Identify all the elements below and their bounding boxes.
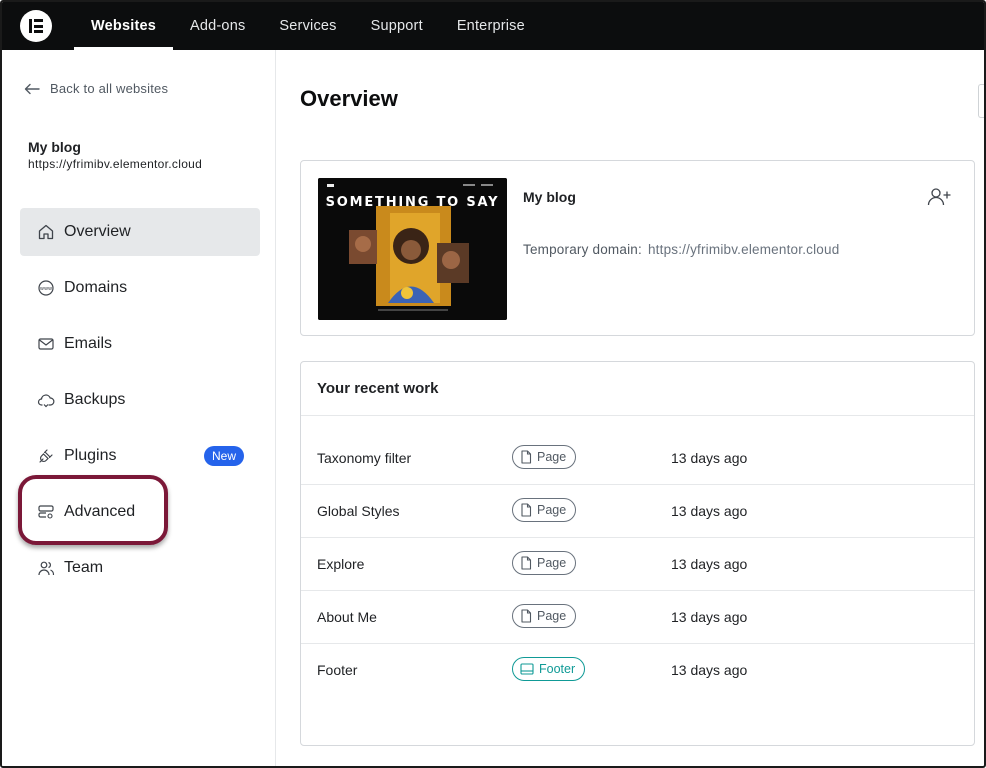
type-chip: Page xyxy=(512,551,577,575)
nav-tab-websites[interactable]: Websites xyxy=(74,2,173,50)
recent-work-row[interactable]: Global Styles Page 13 days ago xyxy=(301,485,974,538)
recent-work-list: Taxonomy filter Page 13 days ago Global … xyxy=(301,432,974,697)
back-to-websites-link[interactable]: Back to all websites xyxy=(24,81,168,96)
type-chip: Page xyxy=(512,498,577,522)
sidebar-item-label: Team xyxy=(64,559,104,576)
sidebar-item-label: Overview xyxy=(64,223,131,240)
svg-text:www: www xyxy=(40,286,52,292)
main-content: Overview SOMETHING TO SAY My blog Tempor… xyxy=(277,50,984,766)
item-time: 13 days ago xyxy=(671,662,748,678)
www-globe-icon: www xyxy=(36,278,56,298)
type-label: Page xyxy=(537,556,567,570)
sidebar-item-overview[interactable]: Overview xyxy=(20,208,260,256)
nav-tab-enterprise[interactable]: Enterprise xyxy=(440,2,542,50)
sidebar: Back to all websites My blog https://yfr… xyxy=(2,50,276,766)
type-chip: Footer xyxy=(512,657,586,681)
new-badge: New xyxy=(203,446,244,466)
thumbnail-headline: SOMETHING TO SAY xyxy=(325,195,500,210)
temporary-domain-url[interactable]: https://yfrimibv.elementor.cloud xyxy=(648,242,839,257)
nav-tab-add-ons[interactable]: Add-ons xyxy=(173,2,262,50)
server-settings-icon xyxy=(36,502,56,522)
top-nav: Websites Add-ons Services Support Enterp… xyxy=(2,2,984,50)
sidebar-item-label: Plugins xyxy=(64,447,117,464)
sidebar-item-advanced[interactable]: Advanced xyxy=(20,488,260,536)
page-icon xyxy=(521,556,532,570)
panel-edge-handle[interactable] xyxy=(978,84,984,118)
page-icon xyxy=(521,503,532,517)
footer-template-icon xyxy=(520,663,534,675)
sidebar-item-label: Advanced xyxy=(64,503,136,520)
recent-work-row[interactable]: Explore Page 13 days ago xyxy=(301,538,974,591)
arrow-left-icon xyxy=(24,83,40,94)
nav-tabs: Websites Add-ons Services Support Enterp… xyxy=(74,2,542,50)
site-thumbnail[interactable]: SOMETHING TO SAY xyxy=(318,178,507,320)
sidebar-item-label: Backups xyxy=(64,391,126,408)
sidebar-item-label: Domains xyxy=(64,279,128,296)
type-chip: Page xyxy=(512,445,577,469)
recent-work-title: Your recent work xyxy=(317,380,439,397)
item-name: About Me xyxy=(317,609,377,625)
item-time: 13 days ago xyxy=(671,556,748,572)
elementor-logo-icon[interactable] xyxy=(20,10,52,42)
sidebar-item-domains[interactable]: www Domains xyxy=(20,264,260,312)
recent-work-card: Your recent work Taxonomy filter Page 13… xyxy=(300,361,975,746)
plug-icon xyxy=(36,446,56,466)
site-name: My blog xyxy=(28,139,81,155)
page-icon xyxy=(521,609,532,623)
sidebar-item-plugins[interactable]: Plugins New xyxy=(20,432,260,480)
item-name: Explore xyxy=(317,556,365,572)
cloud-backup-icon xyxy=(36,390,56,410)
recent-work-row[interactable]: Taxonomy filter Page 13 days ago xyxy=(301,432,974,485)
sidebar-item-emails[interactable]: Emails xyxy=(20,320,260,368)
site-card: SOMETHING TO SAY My blog Temporary domai… xyxy=(300,160,975,336)
divider xyxy=(301,415,974,416)
mail-icon xyxy=(36,334,56,354)
type-label: Footer xyxy=(539,662,576,676)
page-icon xyxy=(521,450,532,464)
users-icon xyxy=(36,558,56,578)
type-label: Page xyxy=(537,503,567,517)
type-chip: Page xyxy=(512,604,577,628)
page-title: Overview xyxy=(300,86,398,111)
sidebar-item-label: Emails xyxy=(64,335,113,352)
type-label: Page xyxy=(537,609,567,623)
recent-work-row[interactable]: Footer Footer 13 days ago xyxy=(301,644,974,697)
nav-tab-services[interactable]: Services xyxy=(262,2,353,50)
back-label: Back to all websites xyxy=(50,81,169,96)
sidebar-item-team[interactable]: Team xyxy=(20,544,260,592)
sidebar-menu: Overview www Domains Emails Backups Plug… xyxy=(20,208,260,600)
temporary-domain: Temporary domain: https://yfrimibv.elemen… xyxy=(523,242,839,257)
add-user-icon[interactable] xyxy=(926,186,952,208)
item-name: Taxonomy filter xyxy=(317,450,412,466)
nav-tab-support[interactable]: Support xyxy=(354,2,440,50)
item-time: 13 days ago xyxy=(671,503,748,519)
item-name: Global Styles xyxy=(317,503,400,519)
item-time: 13 days ago xyxy=(671,450,748,466)
site-url: https://yfrimibv.elementor.cloud xyxy=(28,157,203,171)
recent-work-row[interactable]: About Me Page 13 days ago xyxy=(301,591,974,644)
item-name: Footer xyxy=(317,662,358,678)
temporary-domain-label: Temporary domain: xyxy=(523,242,642,257)
app-window: Websites Add-ons Services Support Enterp… xyxy=(0,0,986,768)
item-time: 13 days ago xyxy=(671,609,748,625)
type-label: Page xyxy=(537,450,567,464)
sidebar-item-backups[interactable]: Backups xyxy=(20,376,260,424)
site-card-name: My blog xyxy=(523,189,576,205)
home-icon xyxy=(36,222,56,242)
